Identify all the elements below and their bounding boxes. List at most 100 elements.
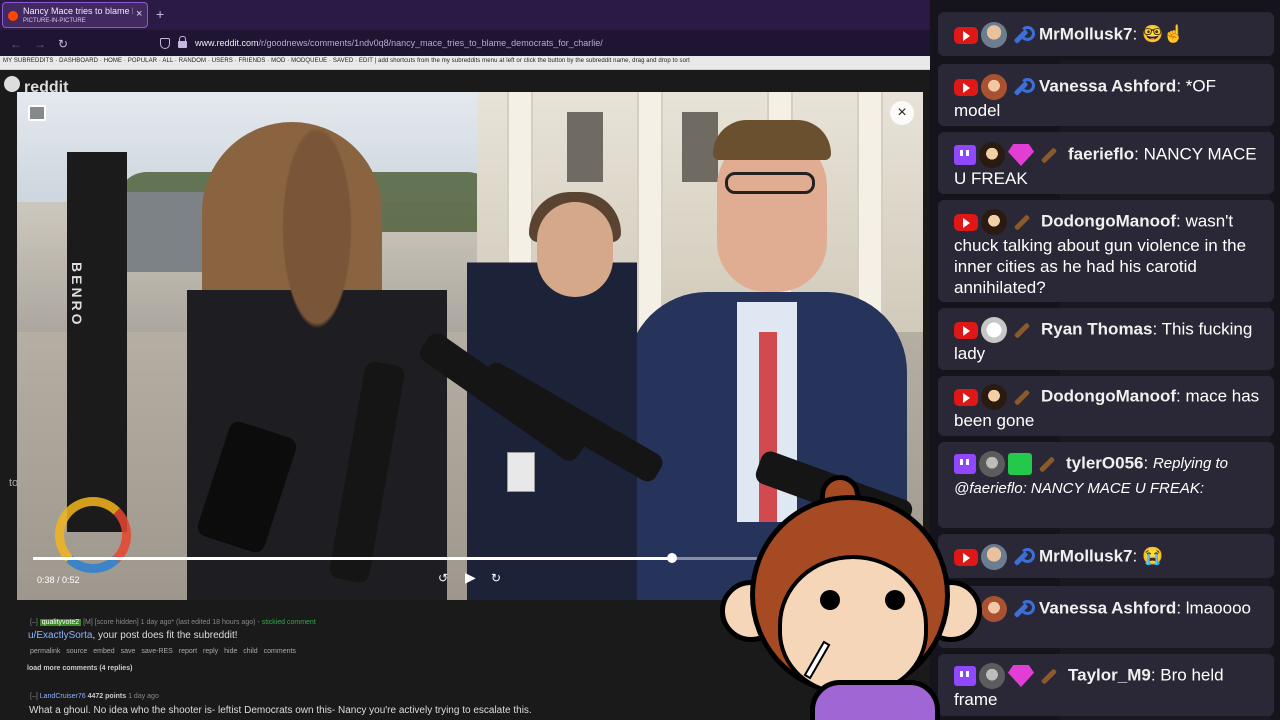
- forward-skip-icon[interactable]: ↻: [491, 571, 501, 585]
- video-progress-handle[interactable]: [666, 553, 677, 563]
- video-time: 0:38 / 0:52: [37, 575, 80, 585]
- chat-username: MrMollusk7: [1039, 546, 1133, 566]
- chat-message: Vanessa Ashford: *OF model: [938, 64, 1274, 126]
- url-field[interactable]: www.reddit.com/r/goodnews/comments/1ndv0…: [195, 38, 603, 48]
- wrench-icon: [1010, 599, 1035, 619]
- monkey-mascot-icon: [720, 470, 990, 720]
- forward-icon[interactable]: →: [34, 37, 46, 51]
- comment-1-text: , your post does fit the subreddit!: [92, 630, 238, 641]
- tab-subtitle: PICTURE-IN-PICTURE: [23, 18, 86, 24]
- green-badge-icon: [1008, 453, 1032, 475]
- chat-username: DodongoManoof: [1041, 386, 1177, 406]
- youtube-icon: [954, 26, 978, 44]
- chat-username: MrMollusk7: [1039, 24, 1133, 44]
- avatar: [981, 384, 1007, 410]
- pip-toggle-icon[interactable]: [28, 105, 46, 121]
- sword-icon: [1037, 665, 1059, 687]
- comment-1-author[interactable]: qualityvote2: [39, 619, 82, 626]
- chat-badges: [954, 209, 1035, 235]
- sword-icon: [1010, 211, 1032, 233]
- comment-1-user-link[interactable]: u/ExactlySorta: [28, 630, 92, 641]
- shield-icon[interactable]: [160, 38, 170, 49]
- gem-icon: [1008, 144, 1034, 166]
- comment-1-info: [M] [score hidden] 1 day ago* (last edit…: [83, 619, 260, 626]
- new-tab-icon[interactable]: +: [156, 6, 164, 22]
- chat-badges: [954, 317, 1035, 343]
- subreddit-bar-links[interactable]: MY SUBREDDITS · DASHBOARD · HOME · POPUL…: [3, 58, 690, 64]
- chat-username: faerieflo: [1068, 144, 1135, 164]
- video-progress-fill: [33, 557, 672, 560]
- avatar: [981, 74, 1007, 100]
- comment-2-time: 1 day ago: [128, 693, 159, 700]
- youtube-icon: [954, 78, 978, 96]
- browser-tab[interactable]: Nancy Mace tries to blame Dem PICTURE-IN…: [2, 2, 148, 28]
- chat-message: DodongoManoof: wasn't chuck talking abou…: [938, 200, 1274, 302]
- chat-username: tylerO056: [1066, 453, 1144, 473]
- chat-username: Vanessa Ashford: [1039, 598, 1177, 618]
- chat-username: DodongoManoof: [1041, 211, 1177, 231]
- twitch-icon: [954, 145, 976, 165]
- sword-icon: [1037, 144, 1059, 166]
- play-icon[interactable]: ▶: [465, 569, 476, 586]
- comment-2-author[interactable]: LandCruiser76: [40, 693, 86, 700]
- gem-icon: [1008, 665, 1034, 687]
- comment-2-points: 4472 points: [87, 693, 127, 700]
- chat-message: DodongoManoof: mace has been gone: [938, 376, 1274, 436]
- avatar: [981, 317, 1007, 343]
- chat-message: MrMollusk7: 🤓☝️: [938, 12, 1274, 56]
- comment-2-body: What a ghoul. No idea who the shooter is…: [29, 705, 532, 716]
- monkey-eye: [820, 590, 840, 610]
- tab-title: Nancy Mace tries to blame Dem: [23, 6, 133, 16]
- sword-icon: [1010, 386, 1032, 408]
- pip-close-button[interactable]: ×: [890, 101, 914, 125]
- collapse-toggle[interactable]: [–]: [30, 693, 38, 700]
- chat-text: 😭: [1141, 546, 1164, 566]
- url-domain: www.reddit.com: [195, 38, 259, 48]
- avatar: [981, 209, 1007, 235]
- wrench-icon: [1010, 77, 1035, 97]
- chat-text: 🤓☝️: [1141, 24, 1185, 44]
- camera-strap: [67, 152, 127, 532]
- sword-icon: [1010, 319, 1032, 341]
- sword-icon: [1035, 453, 1057, 475]
- reload-icon[interactable]: ↻: [58, 37, 68, 51]
- chat-text: lmaoooo: [1185, 598, 1251, 618]
- reddit-header: reddit: [0, 70, 930, 96]
- woman-center-face: [537, 202, 613, 297]
- comment-1-meta: [–] qualityvote2 [M] [score hidden] 1 da…: [30, 619, 316, 626]
- comment-2-meta: [–] LandCruiser76 4472 points 1 day ago: [30, 693, 159, 700]
- load-more-comments[interactable]: load more comments (4 replies): [27, 665, 132, 672]
- chat-badges: [954, 22, 1035, 48]
- tab-close-icon[interactable]: ×: [136, 8, 142, 20]
- url-path: /r/goodnews/comments/1ndv0q8/nancy_mace_…: [258, 38, 603, 48]
- reddit-alien-icon[interactable]: [4, 76, 20, 92]
- man-hair: [713, 120, 831, 160]
- id-badge: [507, 452, 535, 492]
- chat-message: faerieflo: NANCY MACE U FREAK: [938, 132, 1274, 194]
- reddit-favicon-icon: [8, 11, 18, 21]
- back-icon[interactable]: ←: [10, 37, 22, 51]
- monkey-eye: [885, 590, 905, 610]
- building-window: [567, 112, 603, 182]
- comment-1-body: u/ExactlySorta, your post does fit the s…: [28, 630, 238, 641]
- avatar: [979, 142, 1005, 168]
- chat-badges: [954, 142, 1062, 168]
- chat-message: Ryan Thomas: This fucking lady: [938, 308, 1274, 370]
- avatar: [981, 22, 1007, 48]
- news-logo-icon: [55, 497, 131, 573]
- stickied-label: stickied comment: [261, 619, 316, 626]
- wrench-icon: [1010, 547, 1035, 567]
- comment-1-actions[interactable]: permalink source embed save save-RES rep…: [30, 648, 296, 655]
- youtube-icon: [954, 213, 978, 231]
- lock-icon[interactable]: [178, 36, 187, 48]
- reddit-subreddit-bar: MY SUBREDDITS · DASHBOARD · HOME · POPUL…: [0, 56, 930, 70]
- rewind-icon[interactable]: ↺: [438, 571, 448, 585]
- youtube-icon: [954, 388, 978, 406]
- wrench-icon: [1010, 25, 1035, 45]
- collapse-toggle[interactable]: [–]: [30, 619, 38, 626]
- monkey-body: [810, 680, 940, 720]
- address-bar: ← → ↻ www.reddit.com/r/goodnews/comments…: [0, 30, 930, 56]
- youtube-icon: [954, 321, 978, 339]
- man-glasses: [725, 172, 815, 194]
- chat-username: Ryan Thomas: [1041, 319, 1153, 339]
